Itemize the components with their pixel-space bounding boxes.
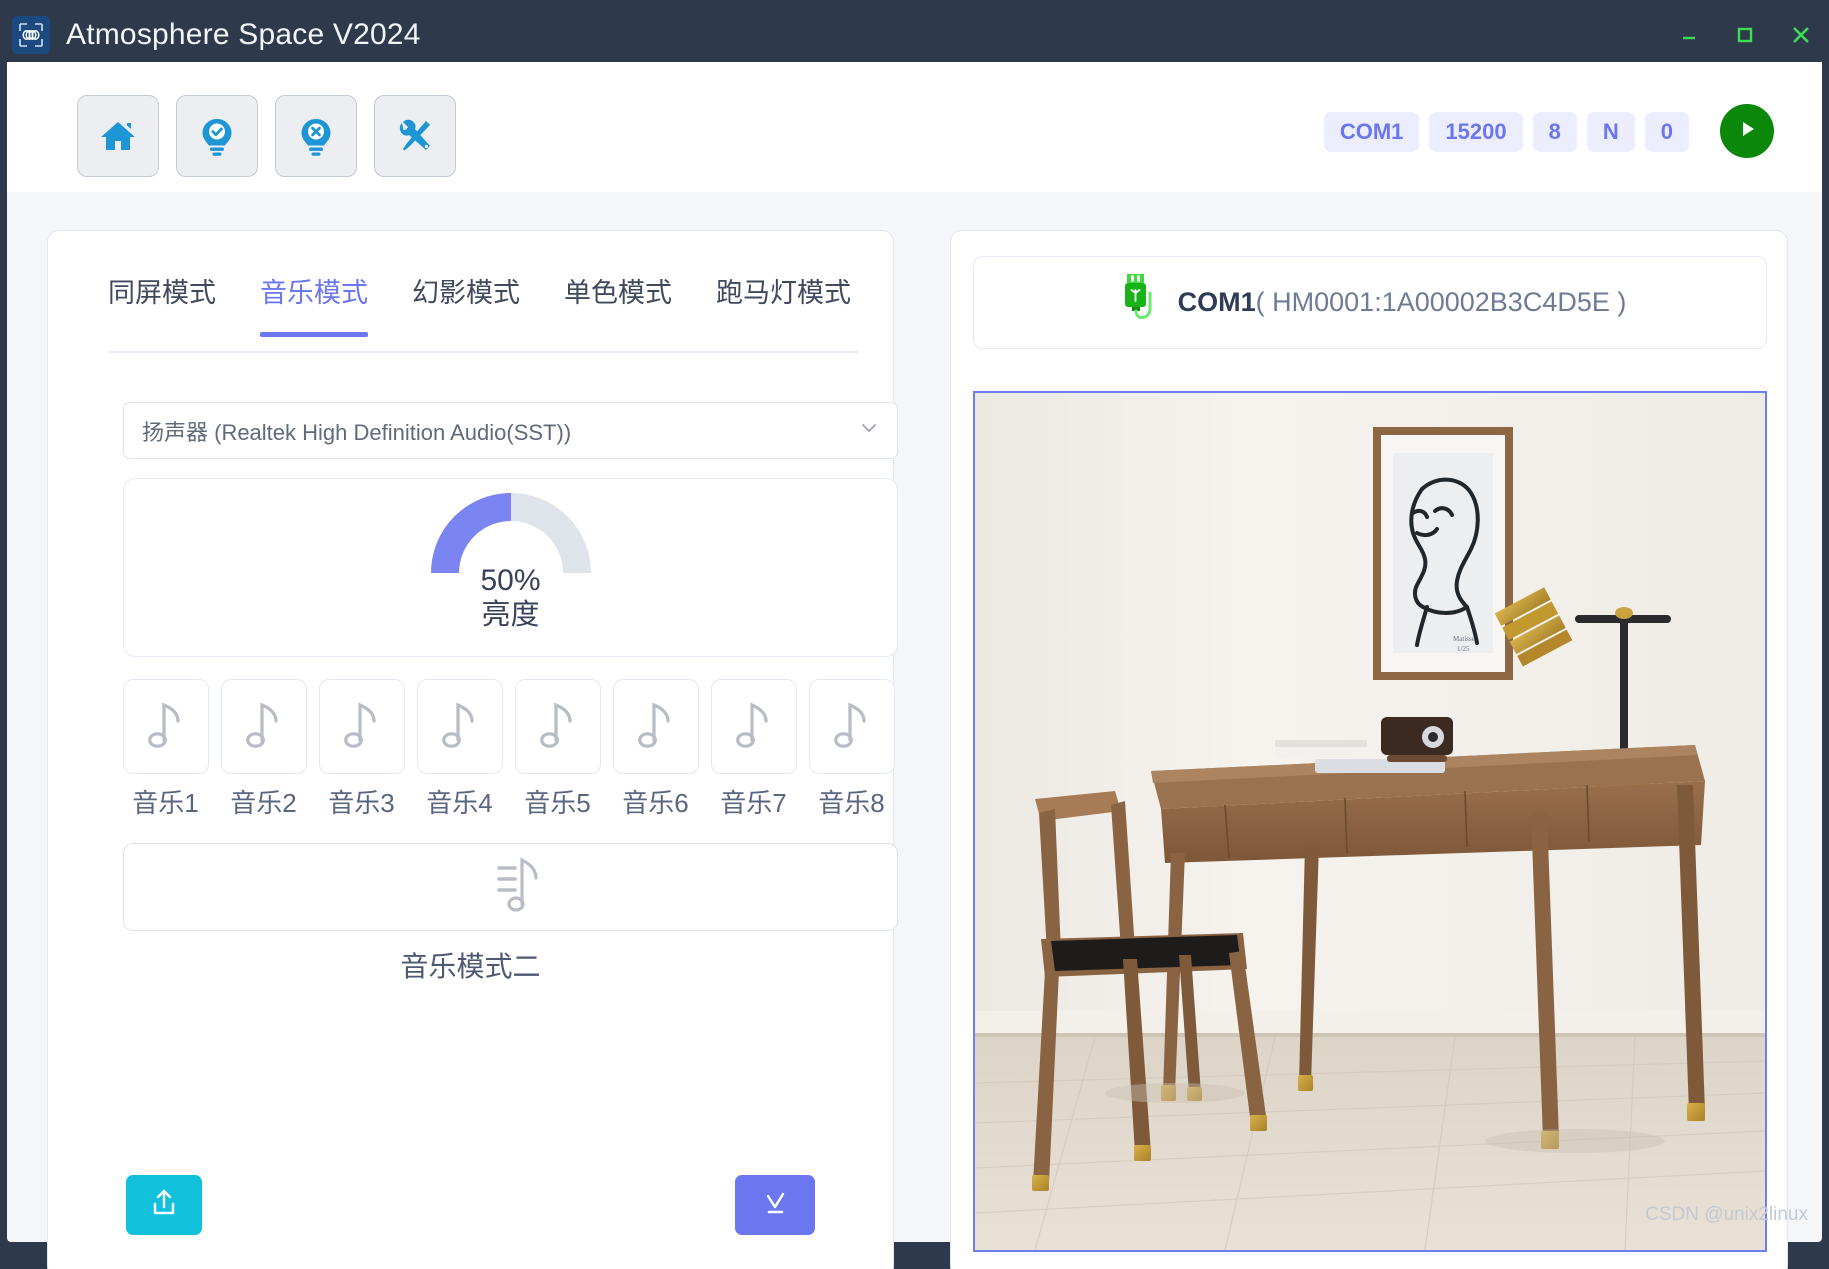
music-note-icon — [242, 696, 286, 757]
parity-badge[interactable]: N — [1586, 112, 1635, 152]
rings-logo-icon — [12, 16, 50, 54]
device-port: COM1 — [1177, 287, 1256, 317]
play-icon — [1732, 114, 1762, 149]
music-mode-two-label: 音乐模式二 — [400, 951, 541, 982]
audio-device-value: 扬声器 (Realtek High Definition Audio(SST)) — [142, 419, 572, 445]
preview-panel: COM1( HM0001:1A00002B3C4D5E ) Matisse 1/… — [950, 230, 1788, 1269]
brightness-label: 亮度 — [481, 599, 540, 632]
music-note-icon — [340, 696, 384, 757]
brightness-gauge-card: 50% 亮度 — [123, 478, 898, 657]
scene-preview-image[interactable]: Matisse 1/25 — [973, 391, 1767, 1252]
preset-label: 音乐3 — [328, 788, 395, 818]
music-note-icon — [732, 696, 776, 757]
preset-tile — [318, 679, 405, 774]
brightness-readout: 50% 亮度 — [124, 564, 897, 634]
device-label: COM1( HM0001:1A00002B3C4D5E ) — [1178, 287, 1627, 318]
device-id: ( HM0001:1A00002B3C4D5E ) — [1255, 287, 1627, 317]
app-window: Atmosphere Space V2024 COM1 15200 8 N 0 … — [0, 0, 1829, 1269]
lightbulb-x-icon — [296, 115, 336, 157]
mode-tabs: 同屏模式 音乐模式 幻影模式 单色模式 跑马灯模式 — [108, 271, 858, 353]
tab-same-screen-mode[interactable]: 同屏模式 — [108, 271, 216, 335]
music-note-icon — [144, 696, 188, 757]
device-info-card: COM1( HM0001:1A00002B3C4D5E ) — [973, 256, 1767, 349]
apply-button[interactable] — [735, 1175, 815, 1235]
preset-tile — [122, 679, 209, 774]
brightness-percent: 50% — [480, 564, 541, 597]
music-preset-grid: 音乐1 音乐2 音乐3 音乐4 音乐5 音乐6 音乐7 音乐8 — [121, 679, 904, 820]
tab-phantom-mode[interactable]: 幻影模式 — [412, 271, 520, 335]
preset-tile — [220, 679, 307, 774]
home-icon — [96, 114, 140, 158]
music-preset-7[interactable]: 音乐7 — [709, 679, 798, 820]
usb-plug-icon — [1114, 271, 1160, 334]
music-note-icon — [438, 696, 482, 757]
music-preset-4[interactable]: 音乐4 — [415, 679, 504, 820]
preset-label: 音乐4 — [426, 788, 493, 818]
music-note-icon — [634, 696, 678, 757]
com-port-badge[interactable]: COM1 — [1323, 112, 1420, 152]
preset-label: 音乐1 — [132, 788, 199, 818]
preset-label: 音乐2 — [230, 788, 297, 818]
stop-bits-badge[interactable]: 0 — [1644, 112, 1689, 152]
data-bits-badge[interactable]: 8 — [1532, 112, 1577, 152]
app-title: Atmosphere Space V2024 — [66, 18, 421, 51]
settings-panel: 同屏模式 音乐模式 幻影模式 单色模式 跑马灯模式 扬声器 (Realtek H… — [47, 230, 898, 1269]
music-preset-3[interactable]: 音乐3 — [317, 679, 406, 820]
app-body: COM1 15200 8 N 0 同屏模式 音乐模式 幻影模式 单色模式 跑马灯… — [7, 62, 1822, 1269]
tools-button[interactable] — [374, 95, 456, 177]
preset-tile — [416, 679, 503, 774]
music-preset-5[interactable]: 音乐5 — [513, 679, 602, 820]
close-icon[interactable] — [1773, 0, 1829, 70]
watermark: CSDN @unix2linux — [1645, 1204, 1808, 1225]
preset-tile — [612, 679, 699, 774]
tab-music-mode[interactable]: 音乐模式 — [260, 271, 368, 337]
toolbar-button-group — [77, 95, 456, 177]
upload-button[interactable] — [126, 1175, 202, 1235]
download-check-icon — [759, 1187, 791, 1224]
lightbulb-check-icon — [197, 115, 237, 157]
connection-settings: COM1 15200 8 N 0 — [1323, 112, 1689, 152]
toolbar: COM1 15200 8 N 0 — [7, 62, 1822, 192]
home-button[interactable] — [77, 95, 159, 177]
music-note-icon — [830, 696, 874, 757]
preset-tile — [710, 679, 797, 774]
upload-icon — [149, 1187, 179, 1224]
music-mode-two-button[interactable] — [123, 843, 898, 931]
preset-tile — [514, 679, 601, 774]
minimize-icon[interactable] — [1661, 0, 1717, 70]
chevron-down-icon — [859, 418, 879, 443]
music-note-icon — [536, 696, 580, 757]
light-off-button[interactable] — [275, 95, 357, 177]
preset-label: 音乐7 — [720, 788, 787, 818]
preset-tile — [808, 679, 895, 774]
music-preset-2[interactable]: 音乐2 — [219, 679, 308, 820]
tab-single-color-mode[interactable]: 单色模式 — [564, 271, 672, 335]
preset-label: 音乐5 — [524, 788, 591, 818]
music-lines-note-icon — [474, 848, 548, 927]
music-preset-1[interactable]: 音乐1 — [121, 679, 210, 820]
preset-label: 音乐6 — [622, 788, 689, 818]
svg-text:Matisse: Matisse — [1453, 635, 1475, 643]
tools-icon — [394, 115, 436, 157]
music-preset-6[interactable]: 音乐6 — [611, 679, 700, 820]
preset-label: 音乐8 — [818, 788, 885, 818]
preview-illustration: Matisse 1/25 — [975, 393, 1765, 1250]
light-on-button[interactable] — [176, 95, 258, 177]
maximize-icon[interactable] — [1717, 0, 1773, 70]
window-controls — [1661, 0, 1829, 70]
connect-play-button[interactable] — [1720, 104, 1774, 158]
audio-device-select[interactable]: 扬声器 (Realtek High Definition Audio(SST)) — [123, 402, 898, 459]
titlebar: Atmosphere Space V2024 — [0, 0, 1829, 70]
tab-marquee-mode[interactable]: 跑马灯模式 — [716, 271, 851, 335]
music-preset-8[interactable]: 音乐8 — [807, 679, 896, 820]
baud-rate-badge[interactable]: 15200 — [1429, 112, 1523, 152]
svg-text:1/25: 1/25 — [1457, 645, 1470, 653]
